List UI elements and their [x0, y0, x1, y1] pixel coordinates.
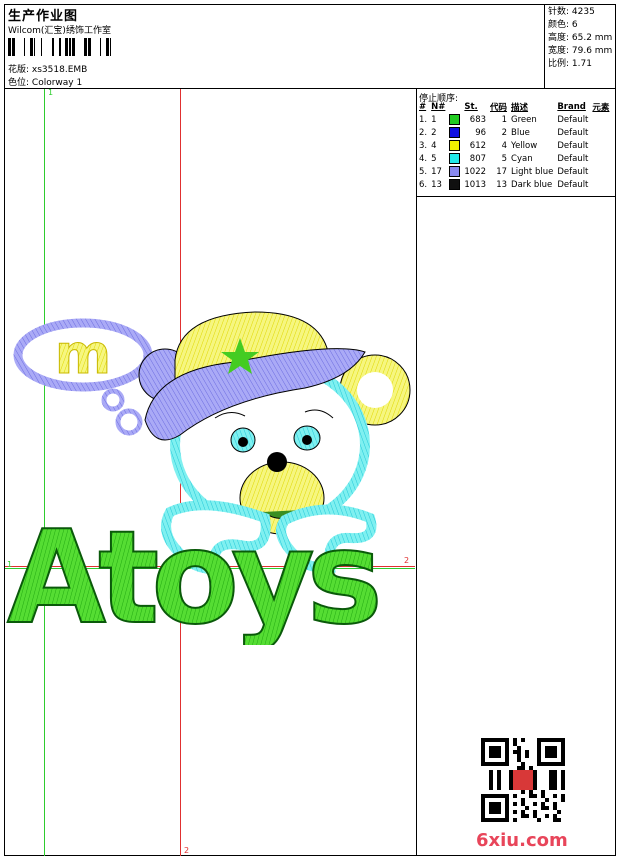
row-swatch: [447, 178, 462, 191]
row-brand: Default: [557, 166, 589, 177]
design-row: 花版: xs3518.EMB: [8, 62, 87, 75]
row-element: [590, 178, 611, 191]
col-brand: Brand: [557, 102, 586, 112]
row-description: Yellow: [511, 140, 538, 151]
guide-label-v1: 1: [48, 88, 54, 97]
row-element: [590, 165, 611, 178]
row-code: 1: [501, 114, 508, 125]
row-brand: Default: [557, 127, 589, 138]
row-needle: 17: [431, 166, 442, 177]
row-code: 4: [501, 140, 508, 151]
row-element: [590, 126, 611, 139]
stat-stitches: 针数: 4235: [548, 7, 595, 17]
stat-width: 宽度: 79.6 mm: [548, 46, 613, 56]
row-description: Cyan: [511, 153, 533, 164]
row-swatch: [447, 152, 462, 165]
row-needle: 4: [431, 140, 437, 151]
stop-row: 5. 17 1022 17 Light blue Default: [417, 165, 611, 178]
design-label: 花版:: [8, 65, 30, 75]
col-element: 元素: [592, 103, 610, 113]
bubble-letter: m: [55, 323, 111, 386]
row-description: Light blue: [511, 166, 554, 177]
row-code: 13: [496, 179, 508, 190]
embroidery-artwork: m Atoys: [6, 311, 411, 645]
color-swatch: [449, 114, 461, 125]
row-brand: Default: [557, 140, 589, 151]
stats-divider: [544, 4, 545, 88]
row-index: 1.: [419, 114, 428, 125]
row-swatch: [447, 126, 462, 139]
row-description: Green: [511, 114, 537, 125]
barcode: [8, 38, 111, 56]
qr-logo-stamp: [513, 770, 533, 790]
row-code: 17: [496, 166, 508, 177]
row-description: Dark blue: [511, 179, 553, 190]
col-number: N#: [431, 102, 446, 112]
sidebar-table-divider: [416, 196, 616, 197]
color-swatch: [449, 140, 461, 151]
row-needle: 1: [431, 114, 437, 125]
row-needle: 2: [431, 127, 437, 138]
artwork-text: Atoys: [6, 503, 387, 645]
row-brand: Default: [557, 153, 589, 164]
colorway-row: 色位: Colorway 1: [8, 75, 82, 88]
row-needle: 13: [431, 179, 442, 190]
row-needle: 5: [431, 153, 437, 164]
colorway-value: Colorway 1: [31, 78, 83, 88]
stat-colors: 颜色: 6: [548, 20, 578, 30]
row-stitches: 807: [469, 153, 487, 164]
stop-row: 6. 13 1013 13 Dark blue Default: [417, 178, 611, 191]
row-stitches: 1022: [464, 166, 487, 177]
bear-nose: [267, 452, 287, 472]
row-swatch: [447, 165, 462, 178]
color-swatch: [449, 179, 461, 190]
row-index: 6.: [419, 179, 428, 190]
col-code: 代码: [490, 103, 508, 113]
stop-row: 2. 2 96 2 Blue Default: [417, 126, 611, 139]
thought-bubble: m: [13, 318, 153, 436]
row-brand: Default: [557, 114, 589, 125]
page-title: 生产作业图: [8, 9, 79, 24]
row-description: Blue: [511, 127, 530, 138]
stat-scale: 比例: 1.71: [548, 59, 592, 69]
stat-height: 高度: 65.2 mm: [548, 33, 613, 43]
row-stitches: 612: [469, 140, 487, 151]
row-swatch: [447, 113, 462, 126]
col-index: #: [419, 102, 427, 112]
color-swatch: [449, 127, 461, 138]
row-element: [590, 113, 611, 126]
row-index: 2.: [419, 127, 428, 138]
color-swatch: [449, 153, 461, 164]
row-index: 4.: [419, 153, 428, 164]
stop-row: 3. 4 612 4 Yellow Default: [417, 139, 611, 152]
col-description: 描述: [511, 103, 529, 113]
row-code: 5: [501, 153, 508, 164]
stop-table-header: # N# St. 代码 描述 Brand 元素: [417, 101, 611, 113]
header-divider: [4, 88, 616, 89]
row-stitches: 683: [469, 114, 487, 125]
row-brand: Default: [557, 179, 589, 190]
sidebar-divider: [416, 88, 417, 856]
row-index: 3.: [419, 140, 428, 151]
qr-code: [481, 738, 565, 822]
design-file: xs3518.EMB: [31, 65, 88, 75]
row-stitches: 96: [475, 127, 487, 138]
stop-sequence-table: # N# St. 代码 描述 Brand 元素 1. 1 683 1 Green Defa…: [417, 101, 611, 191]
row-index: 5.: [419, 166, 428, 177]
artwork-word: Atoys: [7, 504, 378, 645]
col-stitches: St.: [464, 102, 478, 112]
row-element: [590, 139, 611, 152]
design-stats: 针数: 4235 颜色: 6 高度: 65.2 mm 宽度: 79.6 mm 比…: [548, 6, 612, 71]
stop-row: 1. 1 683 1 Green Default: [417, 113, 611, 126]
guide-label-v2: 2: [184, 846, 190, 855]
stop-row: 4. 5 807 5 Cyan Default: [417, 152, 611, 165]
row-stitches: 1013: [464, 179, 487, 190]
row-code: 2: [501, 127, 508, 138]
row-element: [590, 152, 611, 165]
watermark-logo: 6xiu.com: [476, 830, 568, 851]
color-swatch: [449, 166, 461, 177]
colorway-label: 色位:: [8, 78, 30, 88]
row-swatch: [447, 139, 462, 152]
company-name: Wilcom(汇宝)绣饰工作室: [8, 26, 111, 36]
